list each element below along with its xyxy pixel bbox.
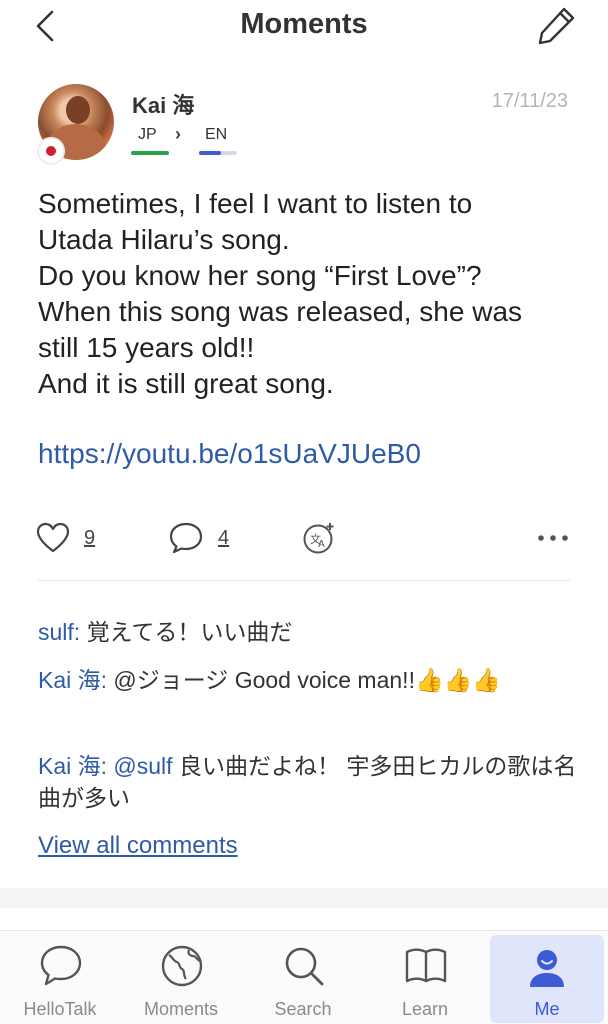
native-level-bar bbox=[131, 151, 169, 155]
tab-label: Search bbox=[274, 999, 332, 1019]
native-language: JP bbox=[138, 126, 157, 143]
tab-label: Me bbox=[534, 999, 560, 1019]
comment-mention[interactable]: @sulf bbox=[107, 753, 172, 779]
speech-bubble-icon bbox=[169, 522, 203, 554]
tab-label: Moments bbox=[143, 999, 219, 1019]
translate-button[interactable]: 文 A bbox=[302, 518, 336, 558]
chat-bubble-icon bbox=[40, 945, 82, 986]
like-button[interactable]: 9 bbox=[36, 518, 95, 558]
comment-count[interactable]: 4 bbox=[218, 527, 229, 550]
bottom-tab-bar: HelloTalk Moments Search Learn Me bbox=[0, 930, 608, 1024]
tab-moments[interactable]: Moments bbox=[121, 931, 241, 1023]
post-text: Sometimes, I feel I want to listen to Ut… bbox=[38, 188, 523, 399]
heart-icon bbox=[36, 522, 70, 553]
tab-search[interactable]: Search bbox=[243, 931, 363, 1023]
divider bbox=[38, 580, 570, 581]
comment-text: 覚えてる！いい曲だ bbox=[80, 619, 293, 645]
learning-language: EN bbox=[205, 126, 228, 143]
comment-text: @ジョージ Good voice man!!👍👍👍 bbox=[107, 667, 501, 693]
top-bar: Moments bbox=[0, 0, 608, 52]
comment-item[interactable]: Kai 海: @sulf 良い曲だよね！ 宇多田ヒカルの歌は名曲が多い bbox=[38, 750, 583, 814]
tab-hellotalk[interactable]: HelloTalk bbox=[0, 931, 120, 1023]
globe-icon bbox=[161, 945, 203, 987]
comment-author[interactable]: Kai 海: bbox=[38, 667, 107, 693]
tab-me[interactable]: Me bbox=[490, 935, 604, 1023]
comment-author[interactable]: Kai 海: bbox=[38, 753, 107, 779]
comment-author[interactable]: sulf: bbox=[38, 619, 80, 645]
tab-learn[interactable]: Learn bbox=[365, 931, 485, 1023]
comment-item[interactable]: sulf: 覚えてる！いい曲だ bbox=[38, 616, 583, 648]
comment-button[interactable]: 4 bbox=[168, 518, 229, 558]
section-separator bbox=[0, 888, 608, 908]
more-button[interactable] bbox=[536, 518, 570, 558]
post-actions: 9 4 文 A bbox=[0, 518, 608, 560]
post-date: 17/11/23 bbox=[491, 90, 568, 112]
learning-level-fill bbox=[199, 151, 221, 155]
like-count[interactable]: 9 bbox=[84, 527, 95, 550]
post-link[interactable]: https://youtu.be/o1sUaVJUeB0 bbox=[38, 438, 421, 470]
chevron-right-icon: › bbox=[175, 124, 181, 144]
svg-text:A: A bbox=[318, 539, 325, 550]
japan-flag-icon bbox=[37, 137, 65, 165]
compose-button[interactable] bbox=[534, 4, 578, 48]
tab-label: HelloTalk bbox=[23, 999, 97, 1019]
view-all-comments-link[interactable]: View all comments bbox=[38, 832, 238, 860]
more-dots-icon bbox=[538, 535, 568, 541]
page-title: Moments bbox=[240, 8, 368, 40]
pencil-icon bbox=[538, 7, 575, 45]
search-icon bbox=[285, 947, 324, 986]
post-author[interactable]: Kai 海 bbox=[132, 88, 194, 120]
translate-icon: 文 A bbox=[303, 523, 334, 554]
tab-label: Learn bbox=[401, 999, 449, 1019]
comment-item[interactable]: Kai 海: @ジョージ Good voice man!!👍👍👍 bbox=[38, 664, 583, 696]
book-icon bbox=[405, 948, 447, 983]
profile-icon bbox=[530, 950, 564, 987]
